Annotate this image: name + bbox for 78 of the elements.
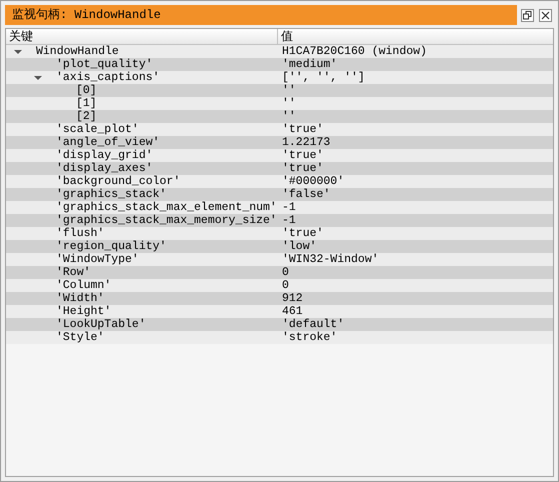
value-text: 'true': [282, 162, 324, 175]
value-text: 'stroke': [282, 331, 338, 344]
close-icon: [541, 10, 550, 20]
key-text: 'flush': [56, 227, 104, 240]
key-text: [2]: [76, 110, 97, 123]
window-title: 监视句柄: WindowHandle: [12, 7, 161, 24]
tree-row[interactable]: 'scale_plot' 'true': [6, 123, 553, 136]
tree-row[interactable]: WindowHandle H1CA7B20C160 (window): [6, 45, 553, 58]
tree-row[interactable]: 'angle_of_view' 1.22173: [6, 136, 553, 149]
value-text: 0: [282, 266, 289, 279]
value-text: 'low': [282, 240, 317, 253]
expanded-arrow-icon[interactable]: [14, 48, 22, 56]
tree-row[interactable]: 'graphics_stack_max_memory_size' -1: [6, 214, 553, 227]
tree-row[interactable]: 'Width' 912: [6, 292, 553, 305]
key-text: 'axis_captions': [56, 71, 160, 84]
value-text: '': [282, 97, 296, 110]
key-text: 'Column': [56, 279, 112, 292]
tree-row[interactable]: 'flush' 'true': [6, 227, 553, 240]
key-text: 'display_axes': [56, 162, 153, 175]
tree-row[interactable]: 'graphics_stack_max_element_num' -1: [6, 201, 553, 214]
value-text: 'WIN32-Window': [282, 253, 379, 266]
key-text: 'graphics_stack': [56, 188, 166, 201]
value-text: 'false': [282, 188, 330, 201]
key-text: 'LookUpTable': [56, 318, 146, 331]
value-text: H1CA7B20C160 (window): [282, 45, 427, 58]
tree-row[interactable]: 'axis_captions' ['', '', '']: [6, 71, 553, 84]
tree-row[interactable]: 'plot_quality' 'medium': [6, 58, 553, 71]
key-text: 'Style': [56, 331, 104, 344]
value-text: 461: [282, 305, 303, 318]
key-text: 'graphics_stack_max_memory_size': [56, 214, 277, 227]
key-text: 'background_color': [56, 175, 180, 188]
value-text: 'true': [282, 227, 324, 240]
tree-row[interactable]: 'LookUpTable' 'default': [6, 318, 553, 331]
key-text: 'Row': [56, 266, 91, 279]
value-text: 'medium': [282, 58, 338, 71]
value-text: '#000000': [282, 175, 344, 188]
key-text: [0]: [76, 84, 97, 97]
key-text: [1]: [76, 97, 97, 110]
close-button[interactable]: [539, 8, 552, 22]
key-text: 'graphics_stack_max_element_num': [56, 201, 277, 214]
column-header[interactable]: 关键: [6, 29, 278, 44]
value-text: -1: [282, 214, 296, 227]
tree-row[interactable]: 'WindowType' 'WIN32-Window': [6, 253, 553, 266]
key-text: 'Width': [56, 292, 104, 305]
value-text: ['', '', '']: [282, 71, 365, 84]
tree-row[interactable]: 'display_axes' 'true': [6, 162, 553, 175]
restore-icon: [523, 10, 532, 20]
tree-row[interactable]: 'display_grid' 'true': [6, 149, 553, 162]
value-text: '': [282, 110, 296, 123]
tree-row[interactable]: [2] '': [6, 110, 553, 123]
value-text: '': [282, 84, 296, 97]
restore-button[interactable]: [521, 8, 534, 22]
key-text: WindowHandle: [36, 45, 119, 58]
value-text: 912: [282, 292, 303, 305]
expanded-arrow-icon[interactable]: [34, 74, 42, 82]
value-text: 'true': [282, 149, 324, 162]
key-text: 'display_grid': [56, 149, 153, 162]
key-text: 'WindowType': [56, 253, 139, 266]
value-text: 'default': [282, 318, 344, 331]
key-text: 'angle_of_view': [56, 136, 160, 149]
value-text: -1: [282, 201, 296, 214]
value-text: 0: [282, 279, 289, 292]
tree-row[interactable]: [1] '': [6, 97, 553, 110]
tree-row[interactable]: 'region_quality' 'low': [6, 240, 553, 253]
tree-row[interactable]: 'background_color' '#000000': [6, 175, 553, 188]
column-header[interactable]: 值: [278, 29, 553, 44]
key-text: 'plot_quality': [56, 58, 153, 71]
tree-row[interactable]: 'Height' 461: [6, 305, 553, 318]
key-text: 'region_quality': [56, 240, 166, 253]
key-text: 'scale_plot': [56, 123, 139, 136]
tree-row[interactable]: 'Style' 'stroke': [6, 331, 553, 344]
key-text: 'Height': [56, 305, 112, 318]
tree-row[interactable]: 'graphics_stack' 'false': [6, 188, 553, 201]
value-text: 1.22173: [282, 136, 330, 149]
tree-row[interactable]: 'Column' 0: [6, 279, 553, 292]
tree-row[interactable]: 'Row' 0: [6, 266, 553, 279]
value-text: 'true': [282, 123, 324, 136]
tree-row[interactable]: [0] '': [6, 84, 553, 97]
